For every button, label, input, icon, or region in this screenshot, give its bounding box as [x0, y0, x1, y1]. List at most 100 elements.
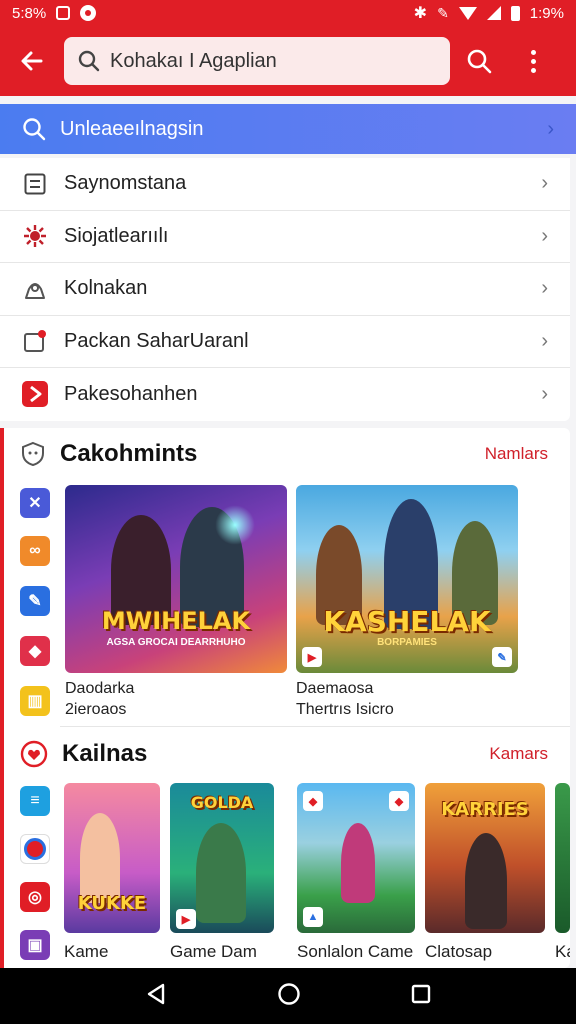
app-ball-icon[interactable] [20, 834, 50, 864]
menu-item[interactable]: Siojatlearıılı › [0, 211, 570, 263]
game-caption-line: 2ieroaos [65, 701, 127, 718]
section-link[interactable]: Namlars [485, 444, 548, 464]
app-frame-icon[interactable]: ▣ [20, 930, 50, 960]
game-card[interactable]: MWIHELAK AGSA GROCAI DEARRHUHO [65, 485, 287, 673]
nav-recents-button[interactable] [411, 984, 431, 1009]
section-header: Cakohmints Namlars [20, 440, 548, 468]
search-icon [23, 118, 46, 141]
menu-item-label: Packan SaharUaranl [64, 329, 249, 352]
game-art-title: KASHELAK [323, 605, 491, 638]
chevron-right-icon: › [541, 277, 548, 300]
app-diamond-icon[interactable]: ◆ [20, 636, 50, 666]
menu-item-label: Saynomstana [64, 172, 187, 195]
game-caption-line: Daemaosa [296, 680, 374, 697]
wifi-icon [458, 6, 477, 20]
more-options-button[interactable] [508, 26, 558, 96]
suggestion-text: Unleaeeılnagsin [60, 117, 204, 140]
game-art-title: KARRIES [441, 799, 529, 820]
play-badge-icon: ▲ [303, 907, 323, 927]
character-image [80, 813, 120, 903]
brush-badge-icon: ✎ [492, 647, 512, 667]
section-header: Kailnas Kamars [20, 740, 548, 768]
game-caption: Daemaosa Thertrıs Isicro [296, 678, 394, 720]
menu-item[interactable]: Pakesohanhen › [0, 368, 570, 421]
nav-back-button[interactable] [145, 983, 167, 1010]
user-outline-icon [22, 276, 48, 302]
vibrate-icon: ✎ [437, 4, 449, 21]
character-image [196, 823, 246, 923]
app-x-icon[interactable]: ✕ [20, 488, 50, 518]
search-query: Kohakaı I Agaplian [110, 49, 277, 72]
shield-icon [22, 441, 44, 467]
game-card[interactable]: GOLDA ▶ [170, 783, 274, 933]
game-art-title: KUKKE [77, 893, 147, 914]
chevron-right-icon: › [541, 224, 548, 247]
game-card[interactable]: ◆ ◆ ▲ [297, 783, 415, 933]
play-badge-icon: ▶ [176, 909, 196, 929]
heart-badge-icon [20, 740, 48, 768]
battery-icon [510, 5, 520, 21]
chevron-right-icon: › [541, 172, 548, 195]
navigation-bar [0, 968, 576, 1024]
game-card[interactable]: KUKKE [64, 783, 160, 933]
game-art-title: MWIHELAK [101, 607, 251, 635]
game-caption: Daodarka 2ieroaos [65, 678, 134, 720]
menu-item[interactable]: Packan SaharUaranl › [0, 316, 570, 368]
more-vert-icon [530, 49, 536, 55]
game-art-subtitle: BORPAMIES [377, 637, 437, 648]
game-caption: Game Dam [170, 942, 257, 961]
content-panel: Cakohmints Namlars ✕ ∞ ✎ ◆ ▥ MWIHELAK AG… [0, 428, 570, 968]
divider [60, 726, 570, 727]
game-caption: Clatosap [425, 942, 493, 961]
section-title: Kailnas [62, 740, 148, 767]
chevron-right-icon: › [541, 382, 548, 405]
app-game-icon[interactable]: ∞ [20, 536, 50, 566]
game-caption: Kame [64, 942, 109, 961]
square-recents-icon [411, 984, 431, 1003]
menu-item-label: Siojatlearıılı [64, 224, 169, 247]
toolbar: Kohakaı I Agaplian [0, 26, 576, 96]
app-loop-icon[interactable]: ◎ [20, 882, 50, 912]
package-badge-icon [22, 328, 48, 354]
app-chart-icon[interactable]: ▥ [20, 686, 50, 716]
accent-rail [0, 428, 4, 968]
section-link[interactable]: Kamars [489, 744, 548, 764]
game-art-subtitle: AGSA GROCAI DEARRHUHO [106, 637, 246, 648]
game-caption-line: Daodarka [65, 680, 135, 697]
menu-item[interactable]: Saynomstana › [0, 158, 570, 211]
game-card[interactable]: KASHELAK BORPAMIES ▶ ✎ [296, 485, 518, 673]
game-caption-line: Thertrıs Isicro [296, 701, 394, 718]
game-art-title: GOLDA [190, 793, 254, 812]
bluetooth-icon: ✱ [413, 5, 428, 22]
settings-cog-icon [22, 223, 48, 249]
status-bar: 5:8% ✱ ✎ 1:9% [0, 0, 576, 26]
game-caption: Ka [555, 942, 570, 961]
list-icon [22, 171, 48, 197]
game-card[interactable] [555, 783, 570, 933]
suggestion-bar[interactable]: Unleaeeılnagsin › [0, 104, 576, 154]
menu-list: Saynomstana › Siojatlearıılı › Kolnakan … [0, 158, 570, 421]
triangle-back-icon [147, 983, 165, 1004]
badge-icon: ◆ [389, 791, 409, 811]
menu-item-label: Pakesohanhen [64, 382, 198, 405]
search-input[interactable]: Kohakaı I Agaplian [64, 37, 450, 85]
battery-level: 1:9% [529, 4, 564, 22]
character-image [465, 833, 507, 929]
signal-icon [486, 6, 501, 20]
menu-item-label: Kolnakan [64, 277, 148, 300]
arrow-left-icon [21, 51, 43, 71]
notification-icon [56, 6, 71, 20]
menu-item[interactable]: Kolnakan › [0, 263, 570, 316]
game-caption: Sonlalon Came [297, 942, 414, 961]
back-button[interactable] [0, 26, 64, 96]
app-brush-icon[interactable]: ✎ [20, 586, 50, 616]
play-badge-icon: ▶ [302, 647, 322, 667]
game-card[interactable]: KARRIES [425, 783, 545, 933]
search-button[interactable] [450, 26, 508, 96]
badge-icon: ◆ [303, 791, 323, 811]
search-icon [467, 49, 492, 74]
section-title: Cakohmints [60, 440, 198, 467]
record-icon [80, 5, 97, 21]
app-note-icon[interactable]: ≡ [20, 786, 50, 816]
nav-home-button[interactable] [277, 982, 301, 1011]
